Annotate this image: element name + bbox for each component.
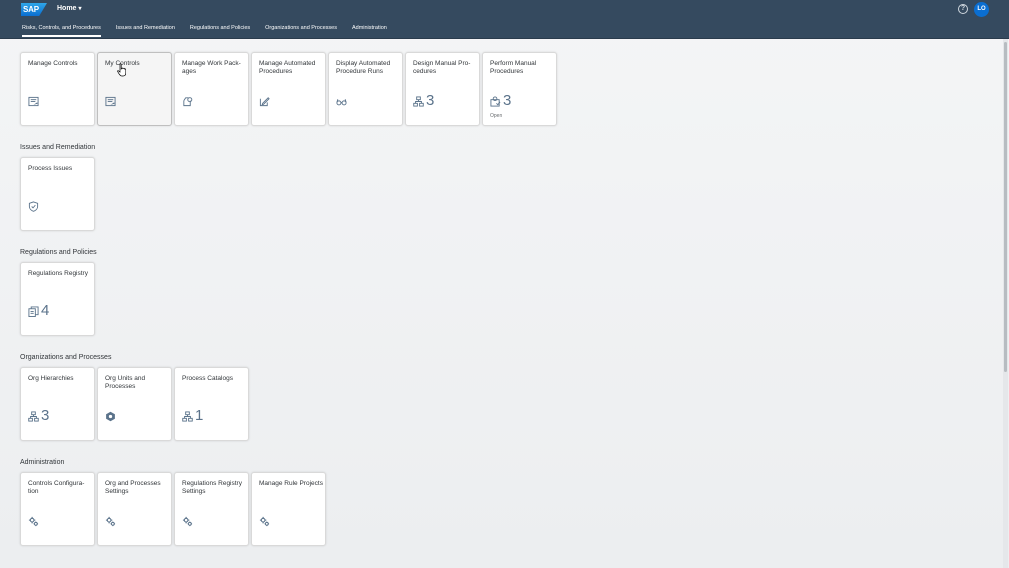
tile-org-hierarchies[interactable]: Org Hierarchies 3 [20,367,95,441]
tile-title: Controls Configura­tion [28,480,85,495]
tile-title: Design Manual Pro­cedures [413,60,471,75]
tile-title: Process Catalogs [182,375,233,382]
gear-icon [182,516,193,527]
tile-org-units-processes[interactable]: Org Units and Processes [97,367,172,441]
form-icon [105,96,116,107]
home-title: Home [57,5,77,12]
tile-title: Manage Automated Procedures [259,60,316,75]
shell-bar: SAP Home ▾ ? LO Risks, Controls, and Proc… [0,0,1009,39]
tile-process-issues[interactable]: Process Issues [20,157,95,231]
scrollbar-thumb[interactable] [1004,42,1007,372]
package-icon [182,96,193,107]
form-icon [28,96,39,107]
tile-process-catalogs[interactable]: Process Catalogs 1 [174,367,249,441]
gear-icon [28,516,39,527]
tile-title: Display Automated Procedure Runs [336,60,391,75]
section-title-administration: Administration [20,459,65,466]
shield-icon [28,201,39,212]
sap-logo[interactable]: SAP [21,3,47,16]
tab-administration[interactable]: Administration [352,24,387,32]
tile-count: 3 [41,407,50,424]
section-title-issues: Issues and Remediation [20,144,96,151]
tile-manage-rule-projects[interactable]: Manage Rule Projects [251,472,326,546]
tile-title: Org Units and Processes [105,375,146,390]
glasses-icon [336,96,347,107]
tile-title: Org Hierarchies [28,375,74,382]
org-icon [413,96,424,107]
tab-organizations-processes[interactable]: Organizations and Processes [265,24,337,32]
tile-controls-configuration[interactable]: Controls Configura­tion [20,472,95,546]
tab-regulations-policies[interactable]: Regulations and Policies [190,24,250,32]
tile-regulations-registry-settings[interactable]: Regulations Reg­istry Settings [174,472,249,546]
anchor-navigation: Risks, Controls, and Procedures Issues a… [22,24,387,37]
org-icon [28,411,39,422]
section-title-regulations: Regulations and Policies [20,249,97,256]
help-icon[interactable]: ? [958,4,968,14]
hand-cursor-icon [117,63,126,77]
tile-title: Regulations Reg­istry Settings [182,480,242,495]
tile-manage-controls[interactable]: Manage Controls [20,52,95,126]
hexagon-icon [105,411,116,422]
vertical-scrollbar[interactable] [1003,39,1008,568]
tile-count: 3 [426,92,435,109]
documents-icon [28,306,39,317]
tile-title: My Controls [105,60,140,67]
home-menu[interactable]: Home ▾ [57,4,81,14]
gear-icon [105,516,116,527]
tile-manage-automated-procedures[interactable]: Manage Automated Procedures [251,52,326,126]
task-icon [490,96,501,107]
tile-display-automated-procedure-runs[interactable]: Display Automated Procedure Runs [328,52,403,126]
tab-issues-remediation[interactable]: Issues and Remediation [116,24,175,32]
tile-manage-work-packages[interactable]: Manage Work Pack­ages [174,52,249,126]
edit-icon [259,96,270,107]
tile-count: 1 [195,407,204,424]
tile-title: Org and Processes Settings [105,480,161,495]
tile-title: Manage Work Pack­ages [182,60,241,75]
tile-title: Perform Manual Procedures [490,60,537,75]
tile-my-controls[interactable]: My Controls [97,52,172,126]
avatar[interactable]: LO [974,2,989,17]
section-title-organizations: Organizations and Processes [20,354,112,361]
tile-title: Manage Controls [28,60,78,67]
tile-design-manual-procedures[interactable]: Design Manual Pro­cedures 3 [405,52,480,126]
tile-regulations-registry[interactable]: Regulations Reg­istry 4 [20,262,95,336]
tab-risks-controls-procedures[interactable]: Risks, Controls, and Procedures [22,24,101,37]
tile-title: Regulations Reg­istry [28,270,88,277]
tile-org-processes-settings[interactable]: Org and Processes Settings [97,472,172,546]
gear-icon [259,516,270,527]
org-icon [182,411,193,422]
tile-title: Process Issues [28,165,73,172]
tile-count: 4 [41,302,50,319]
chevron-down-icon: ▾ [78,6,82,12]
tile-perform-manual-procedures[interactable]: Perform Manual Procedures 3 Open [482,52,557,126]
tile-count: 3 [503,92,512,109]
tile-title: Manage Rule Projects [259,480,323,487]
tile-footer: Open [490,113,503,119]
